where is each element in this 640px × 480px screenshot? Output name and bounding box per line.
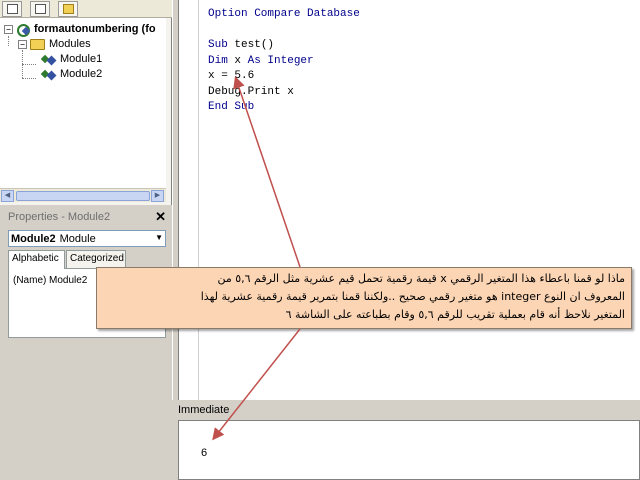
scroll-right-icon[interactable]: ▶ — [151, 190, 164, 202]
module-icon — [42, 54, 56, 65]
view-code-icon — [6, 4, 18, 14]
tree-item-module1[interactable]: Module1 — [42, 52, 102, 66]
code-line: x = 5.6 — [208, 70, 255, 82]
immediate-output-area[interactable]: 6 — [178, 420, 640, 480]
view-object-icon — [34, 4, 46, 14]
properties-titlebar: Properties - Module2 ✕ — [0, 207, 172, 227]
project-tree: − formautonumbering (fo − Modules Module… — [0, 18, 166, 188]
properties-panel-background — [0, 338, 172, 400]
code-line: ​ — [208, 23, 360, 39]
scroll-thumb[interactable] — [16, 191, 150, 201]
callout-line: المتغير نلاحظ أنه قام بعملية تقريب للرقم… — [285, 308, 625, 321]
callout-line: ماذا لو قمنا باعطاء هذا المتغير الرقمي x… — [217, 272, 625, 285]
collapse-icon[interactable]: − — [4, 24, 13, 34]
project-explorer: − formautonumbering (fo − Modules Module… — [0, 0, 172, 205]
immediate-title: Immediate — [178, 404, 230, 416]
folder-label: Modules — [49, 38, 91, 50]
explorer-hscrollbar[interactable]: ◀ ▶ — [0, 188, 166, 202]
view-object-button[interactable] — [30, 1, 50, 17]
object-selector[interactable]: Module2 Module ▼ — [8, 230, 166, 247]
module-icon — [42, 69, 56, 80]
folder-icon — [30, 38, 45, 50]
callout-line: المعروف ان النوع integer هو متغير رقمي ص… — [200, 290, 625, 303]
tab-alphabetic[interactable]: Alphabetic — [8, 250, 65, 269]
tree-item-project[interactable]: − formautonumbering (fo — [4, 22, 156, 37]
folder-icon — [62, 4, 74, 14]
object-name: Module2 — [11, 232, 56, 245]
tree-item-module2[interactable]: Module2 — [42, 67, 102, 81]
code-line: Sub test() — [208, 39, 275, 51]
code-line: Option Compare Database — [208, 8, 360, 20]
scroll-left-icon[interactable]: ◀ — [1, 190, 14, 202]
property-value[interactable]: Module2 — [49, 275, 87, 286]
callout-text: ماذا لو قمنا باعطاء هذا المتغير الرقمي x… — [103, 270, 625, 324]
module-label: Module2 — [60, 68, 103, 80]
code-text[interactable]: Option Compare Database ​Sub test() Dim x … — [208, 7, 360, 116]
properties-title: Properties - Module2 — [8, 211, 111, 223]
immediate-window: Immediate 6 — [172, 400, 640, 480]
code-line: Debug.Print x — [208, 85, 294, 98]
close-icon[interactable]: ✕ — [155, 209, 166, 225]
explorer-toolbar — [0, 0, 172, 18]
vba-project-icon — [16, 23, 30, 37]
code-line: Dim x As Integer — [208, 54, 314, 67]
collapse-icon[interactable]: − — [18, 39, 27, 49]
tab-categorized[interactable]: Categorized — [66, 250, 126, 268]
annotation-callout: ماذا لو قمنا باعطاء هذا المتغير الرقمي x… — [96, 267, 632, 329]
code-line: End Sub — [208, 101, 255, 113]
immediate-output: 6 — [201, 447, 208, 459]
object-type: Module — [59, 232, 96, 245]
view-code-button[interactable] — [2, 1, 22, 17]
code-editor[interactable]: Option Compare Database ​Sub test() Dim x … — [178, 0, 640, 400]
module-label: Module1 — [60, 53, 103, 65]
toggle-folders-button[interactable] — [58, 1, 78, 17]
property-name: (Name) — [13, 275, 47, 286]
code-margin — [179, 0, 199, 400]
chevron-down-icon[interactable]: ▼ — [155, 233, 163, 242]
tree-item-modules-folder[interactable]: − Modules — [18, 37, 91, 51]
project-name: formautonumbering (fo — [34, 23, 156, 35]
